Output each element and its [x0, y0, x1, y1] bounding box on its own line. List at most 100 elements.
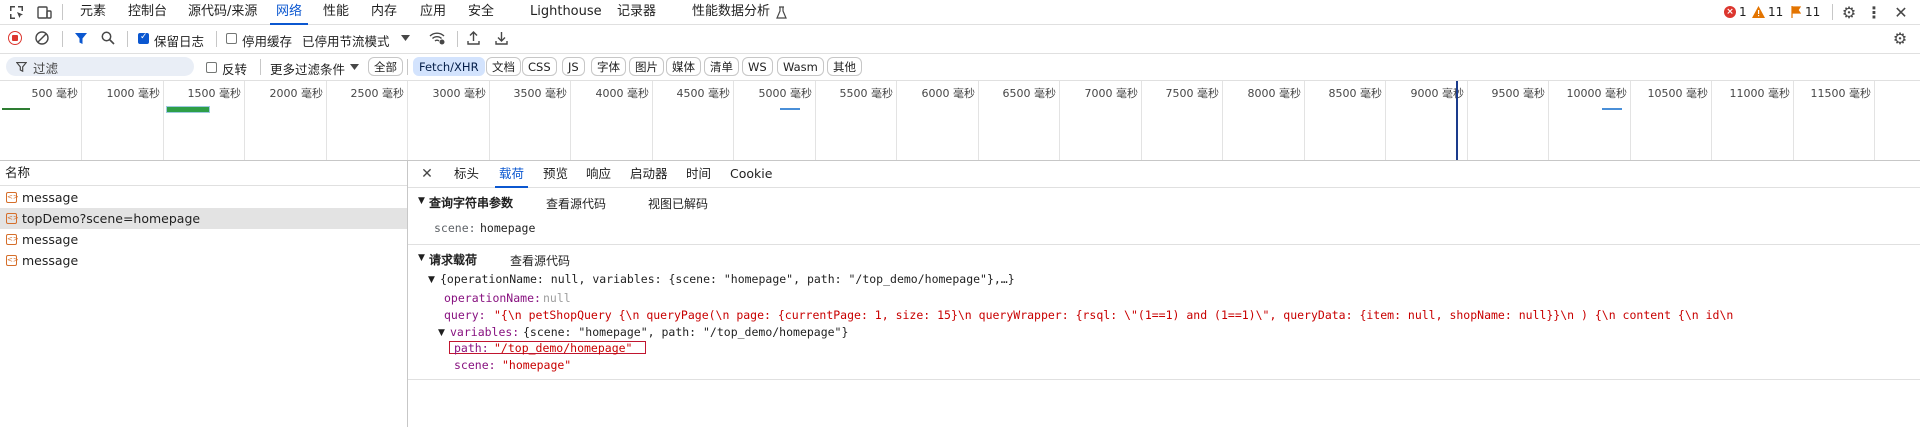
query-string-section-title[interactable]: 查询字符串参数 — [429, 194, 513, 211]
clear-icon[interactable] — [35, 31, 49, 45]
more-filters-dropdown[interactable]: 更多过滤条件 — [270, 59, 345, 78]
search-icon[interactable] — [101, 31, 115, 45]
dropdown-arrow-icon[interactable] — [349, 62, 359, 72]
network-overview-timeline[interactable]: 500 毫秒 1000 毫秒 1500 毫秒 2000 毫秒 2500 毫秒 3000 毫… — [0, 81, 1920, 161]
dropdown-arrow-icon[interactable] — [400, 33, 410, 43]
xhr-icon: <> — [6, 234, 19, 245]
request-row[interactable]: <> message — [0, 187, 407, 208]
timeline-tick-label: 3500 毫秒 — [513, 87, 568, 100]
payload-summary[interactable]: {operationName: null, variables: {scene:… — [440, 272, 1015, 286]
disable-cache-checkbox[interactable] — [226, 33, 237, 44]
path-key: path: — [454, 341, 489, 355]
type-filter-wasm[interactable]: Wasm — [777, 57, 824, 76]
error-count[interactable]: 1 — [1739, 5, 1747, 19]
close-icon[interactable]: ✕ — [1892, 3, 1910, 22]
timeline-gridline — [1793, 81, 1794, 160]
preserve-log-label: 保留日志 — [154, 34, 205, 49]
tab-timing[interactable]: 时间 — [686, 161, 711, 187]
tab-cookies[interactable]: Cookie — [730, 161, 772, 187]
timeline-gridline — [163, 81, 164, 160]
type-filter-all[interactable]: 全部 — [368, 57, 403, 76]
tab-recorder[interactable]: 记录器 — [617, 0, 656, 24]
timeline-gridline — [1467, 81, 1468, 160]
variables-value: {scene: "homepage", path: "/top_demo/hom… — [523, 325, 849, 339]
tab-initiator[interactable]: 启动器 — [630, 161, 668, 187]
network-conditions-icon[interactable] — [429, 30, 445, 46]
request-bar — [166, 106, 210, 113]
collapse-triangle-icon[interactable]: ▼ — [418, 196, 425, 206]
device-toolbar-icon[interactable] — [36, 4, 52, 20]
collapse-triangle-icon[interactable]: ▼ — [418, 253, 425, 263]
tab-performance[interactable]: 性能 — [323, 0, 349, 24]
request-row[interactable]: <> message — [0, 229, 407, 250]
timeline-tick-label: 4500 毫秒 — [676, 87, 731, 100]
tab-sources[interactable]: 源代码/来源 — [188, 0, 257, 24]
timeline-tick-label: 9500 毫秒 — [1491, 87, 1546, 100]
tab-preview[interactable]: 预览 — [543, 161, 568, 187]
more-vertical-icon[interactable]: ⋮ — [1866, 3, 1882, 22]
timeline-tick-label: 2500 毫秒 — [350, 87, 405, 100]
type-filter-ws[interactable]: WS — [742, 57, 773, 76]
type-filter-doc[interactable]: 文档 — [486, 57, 521, 76]
request-name: message — [22, 190, 79, 205]
type-filter-css[interactable]: CSS — [522, 57, 557, 76]
preserve-log-checkbox[interactable] — [138, 32, 149, 44]
column-header-name[interactable]: 名称 — [0, 161, 407, 186]
issue-count[interactable]: 11 — [1805, 5, 1820, 19]
timeline-gridline — [1711, 81, 1712, 160]
tab-application[interactable]: 应用 — [420, 0, 446, 24]
timeline-gridline — [489, 81, 490, 160]
tab-elements[interactable]: 元素 — [80, 0, 106, 24]
timeline-gridline — [1874, 81, 1875, 160]
network-settings-gear-icon[interactable]: ⚙ — [1891, 29, 1909, 48]
type-filter-other[interactable]: 其他 — [827, 57, 862, 76]
divider — [407, 59, 408, 75]
tab-payload[interactable]: 载荷 — [494, 161, 529, 188]
filter-input[interactable]: 过滤 — [6, 57, 194, 76]
expand-triangle-icon[interactable]: ▼ — [438, 328, 445, 338]
throttle-select[interactable]: 已停用节流模式 — [302, 31, 390, 50]
divider — [457, 31, 458, 47]
request-row-selected[interactable]: <> topDemo?scene=homepage — [0, 208, 407, 229]
timeline-tick-label: 6000 毫秒 — [921, 87, 976, 100]
filter-bar: 过滤 反转 更多过滤条件 全部 Fetch/XHR 文档 CSS JS 字体 图… — [0, 54, 1920, 81]
view-decoded-link[interactable]: 视图已解码 — [648, 195, 708, 212]
filter-icon[interactable] — [74, 31, 88, 45]
timeline-tick-label: 7000 毫秒 — [1084, 87, 1139, 100]
tab-security[interactable]: 安全 — [468, 0, 494, 24]
request-name: message — [22, 232, 79, 247]
tab-memory[interactable]: 内存 — [371, 0, 397, 24]
tab-network[interactable]: 网络 — [269, 0, 309, 25]
type-filter-font[interactable]: 字体 — [591, 57, 626, 76]
divider — [1832, 4, 1833, 20]
tab-headers[interactable]: 标头 — [454, 161, 479, 187]
type-filter-img[interactable]: 图片 — [629, 57, 664, 76]
record-stop-icon[interactable] — [8, 31, 22, 45]
tab-console[interactable]: 控制台 — [128, 0, 167, 24]
timeline-gridline — [1548, 81, 1549, 160]
tab-lighthouse[interactable]: Lighthouse — [530, 0, 602, 24]
request-row[interactable]: <> message — [0, 250, 407, 271]
type-filter-manifest[interactable]: 清单 — [704, 57, 739, 76]
query-param-key: scene: — [434, 221, 476, 235]
type-filter-media[interactable]: 媒体 — [666, 57, 701, 76]
gear-icon[interactable]: ⚙ — [1840, 3, 1858, 22]
import-har-icon[interactable] — [466, 30, 480, 46]
view-source-link[interactable]: 查看源代码 — [546, 195, 606, 212]
invert-label: 反转 — [222, 62, 248, 77]
disable-cache-label: 停用缓存 — [242, 34, 293, 49]
export-har-icon[interactable] — [494, 30, 508, 46]
devtools-tab-bar: 元素 控制台 源代码/来源 网络 性能 内存 应用 安全 Lighthouse … — [0, 0, 1920, 25]
warning-count[interactable]: 11 — [1768, 5, 1783, 19]
close-detail-icon[interactable]: ✕ — [420, 166, 434, 182]
invert-checkbox[interactable] — [206, 62, 217, 73]
timeline-gridline — [978, 81, 979, 160]
type-filter-js[interactable]: JS — [562, 57, 585, 76]
request-payload-section-title[interactable]: 请求载荷 — [429, 251, 477, 268]
inspect-element-icon[interactable] — [8, 4, 24, 20]
tab-performance-insights[interactable]: 性能数据分析 — [692, 0, 770, 24]
tab-response[interactable]: 响应 — [586, 161, 611, 187]
type-filter-fetch-xhr[interactable]: Fetch/XHR — [413, 57, 485, 76]
request-view-source-link[interactable]: 查看源代码 — [510, 252, 570, 269]
expand-triangle-icon[interactable]: ▼ — [428, 275, 435, 285]
